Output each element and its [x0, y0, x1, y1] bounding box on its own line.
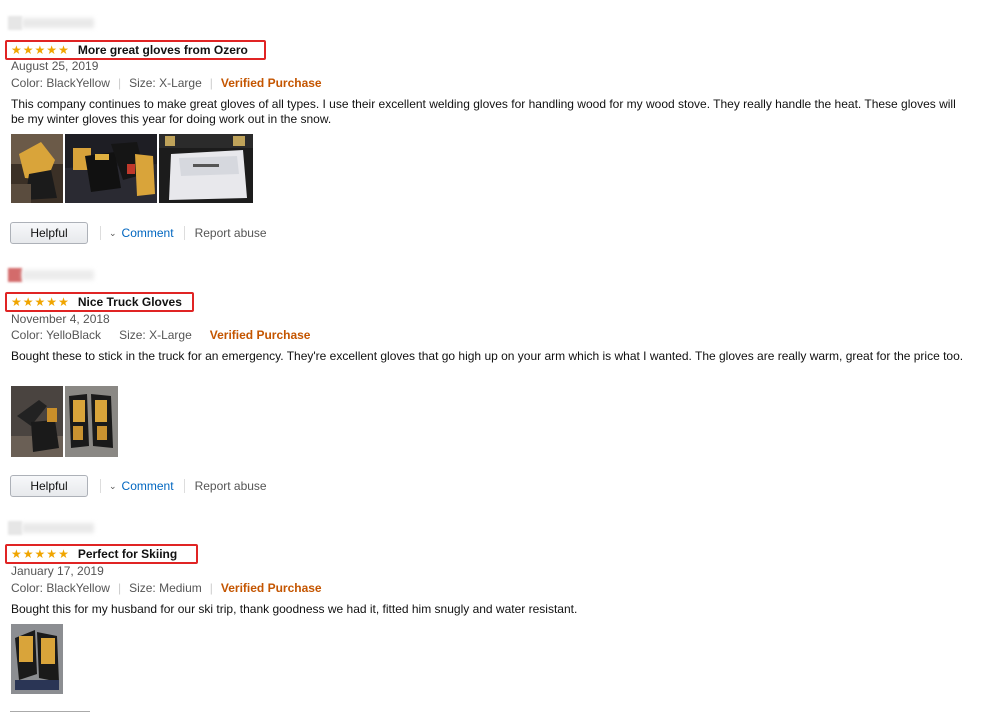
reviewer-avatar[interactable]: [8, 16, 94, 30]
star-icon: ★: [58, 547, 69, 561]
report-abuse-link[interactable]: Report abuse: [195, 226, 267, 240]
comment-link[interactable]: ⌄ Comment: [109, 479, 174, 493]
helpful-button[interactable]: Helpful: [10, 222, 88, 244]
verified-purchase-badge[interactable]: Verified Purchase: [221, 581, 322, 595]
divider: [183, 479, 185, 493]
divider: |: [117, 76, 122, 90]
verified-purchase-badge[interactable]: Verified Purchase: [221, 76, 322, 90]
variant-color[interactable]: Color: YelloBlack: [11, 328, 101, 342]
star-rating[interactable]: ★ ★ ★ ★ ★: [11, 44, 70, 56]
variant-size[interactable]: Size: Medium: [129, 581, 202, 595]
variant-color[interactable]: Color: BlackYellow: [11, 581, 110, 595]
review-title[interactable]: Nice Truck Gloves: [78, 295, 182, 309]
star-icon: ★: [22, 295, 34, 309]
review-photos: [11, 134, 255, 203]
report-abuse-link[interactable]: Report abuse: [195, 479, 267, 493]
review-meta: Color: YelloBlack Size: X-Large Verified…: [11, 328, 310, 342]
divider: [100, 226, 101, 240]
review-photo-thumbnail[interactable]: [11, 134, 63, 203]
star-icon: ★: [11, 295, 22, 309]
star-icon: ★: [34, 43, 46, 57]
review-photos: [11, 386, 120, 457]
verified-purchase-badge[interactable]: Verified Purchase: [210, 328, 311, 342]
star-icon: ★: [11, 43, 22, 57]
divider: |: [209, 76, 213, 90]
review-title-highlight: ★ ★ ★ ★ ★ Perfect for Skiing: [5, 544, 198, 564]
review-photo-thumbnail[interactable]: [65, 386, 118, 457]
reviewer-avatar[interactable]: [8, 521, 94, 535]
star-icon: ★: [58, 43, 69, 57]
reviewer-avatar[interactable]: [8, 268, 94, 282]
divider: [100, 479, 101, 493]
review-photo-thumbnail[interactable]: [11, 386, 63, 457]
divider: |: [117, 581, 122, 595]
star-icon: ★: [22, 43, 34, 57]
review-actions: Helpful ⌄ Comment Report abuse: [10, 222, 267, 244]
star-icon: ★: [46, 295, 58, 309]
chevron-down-icon: ⌄: [109, 227, 117, 238]
review-photos: [11, 624, 65, 694]
star-rating[interactable]: ★ ★ ★ ★ ★: [11, 548, 70, 560]
review-meta: Color: BlackYellow | Size: X-Large | Ver…: [11, 76, 322, 90]
review-title-highlight: ★ ★ ★ ★ ★ Nice Truck Gloves: [5, 292, 194, 312]
review-photo-thumbnail[interactable]: [159, 134, 253, 203]
star-icon: ★: [58, 295, 69, 309]
review-actions: Helpful ⌄ Comment Report abuse: [10, 475, 267, 497]
helpful-button[interactable]: Helpful: [10, 475, 88, 497]
star-rating[interactable]: ★ ★ ★ ★ ★: [11, 296, 70, 308]
review-body: This company continues to make great glo…: [11, 97, 956, 126]
review-title[interactable]: More great gloves from Ozero: [78, 43, 248, 57]
review-date: August 25, 2019: [11, 59, 99, 73]
review-body: Bought this for my husband for our ski t…: [11, 602, 578, 616]
review-body: Bought these to stick in the truck for a…: [11, 349, 964, 363]
comment-link[interactable]: ⌄ Comment: [109, 226, 174, 240]
review-title-highlight: ★ ★ ★ ★ ★ More great gloves from Ozero: [5, 40, 266, 60]
star-icon: ★: [11, 547, 22, 561]
review-title[interactable]: Perfect for Skiing: [78, 547, 177, 561]
star-icon: ★: [22, 547, 34, 561]
helpful-button-edge: [10, 711, 90, 712]
divider: [183, 226, 185, 240]
review-photo-thumbnail[interactable]: [65, 134, 157, 203]
divider: |: [209, 581, 213, 595]
chevron-down-icon: ⌄: [109, 480, 117, 491]
review-meta: Color: BlackYellow | Size: Medium | Veri…: [11, 581, 322, 595]
comment-label[interactable]: Comment: [122, 479, 174, 493]
review-photo-thumbnail[interactable]: [11, 624, 63, 694]
star-icon: ★: [34, 295, 46, 309]
variant-color[interactable]: Color: BlackYellow: [11, 76, 110, 90]
review-date: November 4, 2018: [11, 312, 110, 326]
variant-size[interactable]: Size: X-Large: [129, 76, 202, 90]
comment-label[interactable]: Comment: [122, 226, 174, 240]
star-icon: ★: [46, 43, 58, 57]
variant-size[interactable]: Size: X-Large: [119, 328, 192, 342]
star-icon: ★: [34, 547, 46, 561]
star-icon: ★: [46, 547, 58, 561]
review-date: January 17, 2019: [11, 564, 104, 578]
